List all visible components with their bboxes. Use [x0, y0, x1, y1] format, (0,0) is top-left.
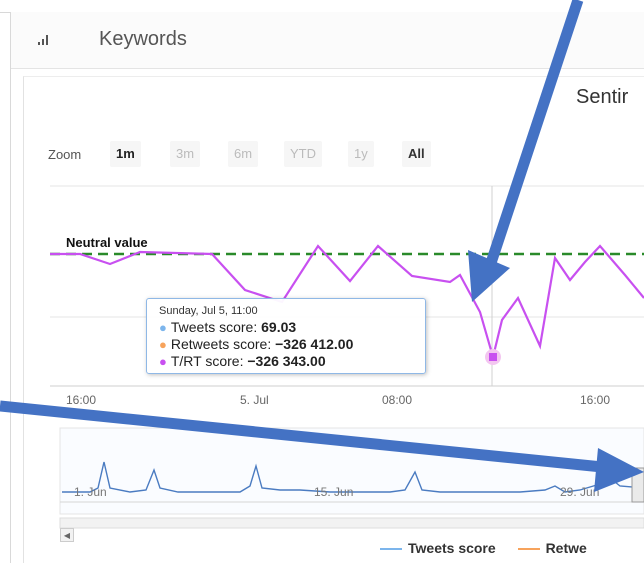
tooltip-value: 69.03 [261, 319, 297, 335]
trt-dot-icon: ● [159, 354, 167, 369]
legend: Tweets score Retwe [380, 540, 587, 556]
retweets-legend-swatch [517, 548, 540, 551]
tweets-dot-icon: ● [159, 320, 167, 335]
x-tick-label: 16:00 [580, 393, 610, 407]
navigator-tick-label: 15. Jun [314, 485, 353, 499]
x-tick-label: 16:00 [66, 393, 96, 407]
retweets-dot-icon: ● [159, 337, 167, 352]
legend-item-tweets[interactable]: Tweets score [408, 540, 496, 556]
navigator-scrollbar[interactable] [59, 517, 644, 529]
navigator-tick-label: 29. Jun [560, 485, 599, 499]
hover-point-marker [489, 353, 497, 361]
tooltip-row-trt: ● T/RT score: −326 343.00 [159, 353, 415, 370]
annotation-arrow-shaft [480, 0, 584, 280]
legend-item-retweets[interactable]: Retwe [546, 540, 587, 556]
tooltip-label: Retweets score: [170, 336, 276, 352]
scroll-left-arrow-icon[interactable]: ◀ [60, 528, 74, 542]
tweets-legend-swatch [380, 548, 402, 551]
tooltip-label: T/RT score: [170, 353, 248, 369]
tooltip-date: Sunday, Jul 5, 11:00 [159, 305, 258, 317]
tooltip-value: −326 412.00 [275, 336, 354, 352]
x-tick-label: 08:00 [382, 393, 412, 407]
navigator-tick-label: 1. Jun [74, 485, 107, 499]
neutral-value-label: Neutral value [66, 235, 148, 250]
x-tick-label: 5. Jul [240, 393, 269, 407]
chart-plot: Neutral value 16:00 5. Jul 08:00 16:00 1… [0, 0, 644, 529]
screenshot-frame: Keywords Sentir Zoom 1m 3m 6m YTD 1y All… [0, 0, 644, 563]
tooltip-label: Tweets score: [170, 319, 262, 335]
tooltip-row-tweets: ● Tweets score: 69.03 [159, 319, 415, 336]
tooltip-value: −326 343.00 [247, 353, 326, 369]
tooltip-row-retweets: ● Retweets score: −326 412.00 [159, 336, 415, 353]
tooltip: Sunday, Jul 5, 11:00 ● Tweets score: 69.0… [146, 298, 426, 374]
